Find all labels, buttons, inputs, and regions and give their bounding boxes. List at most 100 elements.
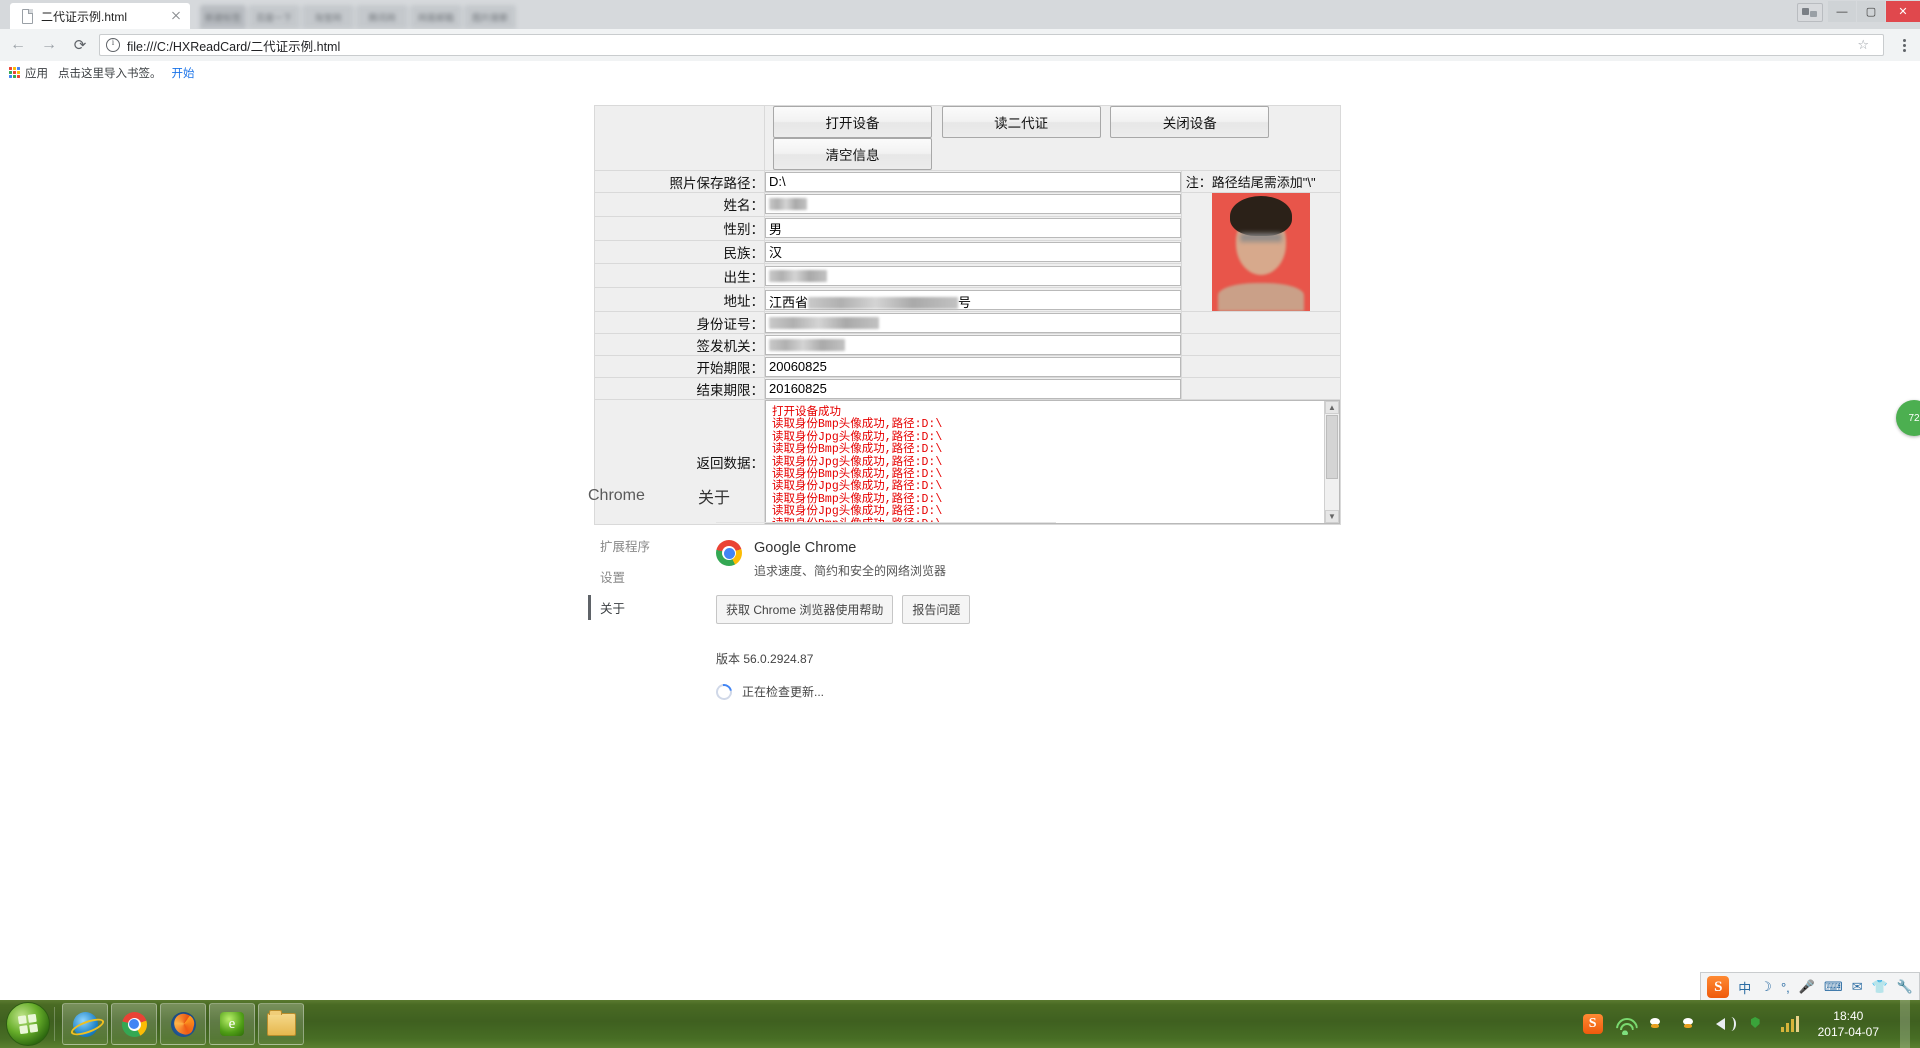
taskbar-item-explorer[interactable] [258, 1003, 304, 1045]
maximize-button[interactable]: ▢ [1857, 1, 1885, 22]
inactive-tabs-group[interactable]: 新建标签 百度一下 淘宝网 腾讯网 网易邮箱 图片搜索 [200, 0, 720, 29]
browser-tab-inactive[interactable]: 淘宝网 [302, 5, 354, 29]
chrome-help-button[interactable]: 获取 Chrome 浏览器使用帮助 [716, 595, 893, 624]
spacer-cell-from [1181, 356, 1340, 378]
close-icon[interactable] [168, 8, 184, 24]
about-page-title: 关于 [698, 484, 730, 508]
browser-tab-inactive[interactable]: 网易邮箱 [410, 5, 462, 29]
qq-icon[interactable] [1647, 1013, 1669, 1035]
loading-spinner-icon [713, 680, 735, 702]
about-header: Chrome 关于 [588, 484, 1058, 508]
browser-tab-inactive[interactable]: 图片搜索 [464, 5, 516, 29]
issuer-input[interactable] [765, 335, 1181, 355]
qq-icon[interactable] [1680, 1013, 1702, 1035]
redacted-name [769, 198, 807, 210]
taskbar-clock[interactable]: 18:40 2017-04-07 [1812, 1008, 1889, 1040]
ime-language-bar: S 中 ☽ °, 🎤 ⌨ ✉ 👕 🔧 [1700, 972, 1920, 1001]
browser-tab-inactive[interactable]: 腾讯网 [356, 5, 408, 29]
close-device-button[interactable]: 关闭设备 [1110, 106, 1269, 138]
address-input[interactable]: 江西省号 [765, 290, 1181, 310]
gender-input[interactable] [765, 218, 1181, 238]
log-line: 读取身份Bmp头像成功,路径:D:\ [772, 444, 1323, 456]
restore-group-icon[interactable] [1797, 3, 1823, 22]
field-value-valid-to [765, 378, 1182, 400]
bookmark-import-link[interactable]: 开始 [172, 65, 195, 81]
minimize-button[interactable]: — [1828, 1, 1856, 22]
birth-input[interactable] [765, 266, 1181, 286]
back-icon[interactable]: ← [5, 32, 31, 58]
photo-redaction [1240, 233, 1282, 242]
spacer-cell-issuer [1181, 334, 1340, 356]
start-button[interactable] [6, 1002, 50, 1046]
ime-skin-icon[interactable]: 👕 [1872, 979, 1888, 995]
log-scrollbar[interactable]: ▲ ▼ [1324, 401, 1339, 523]
info-icon[interactable] [106, 38, 120, 52]
floating-badge-button[interactable]: 72 [1896, 400, 1920, 436]
ime-punctuation-icon[interactable]: °, [1781, 980, 1790, 995]
field-label-name: 姓名： [595, 193, 765, 217]
apps-grid-icon[interactable] [9, 67, 20, 78]
sogou-ime-icon[interactable]: S [1707, 976, 1729, 998]
field-label-address: 地址： [595, 288, 765, 312]
reload-icon[interactable]: ⟳ [67, 32, 93, 58]
bookmark-apps-label[interactable]: 应用 [25, 65, 48, 81]
read-id-card-button[interactable]: 读二代证 [942, 106, 1101, 138]
photo-path-input[interactable] [765, 172, 1181, 192]
scrollbar-thumb[interactable] [1326, 415, 1338, 479]
scroll-up-icon[interactable]: ▲ [1325, 401, 1339, 414]
chrome-menu-icon[interactable] [1894, 39, 1914, 52]
wifi-icon[interactable] [1614, 1013, 1636, 1035]
ime-mailbox-icon[interactable]: ✉ [1852, 979, 1863, 995]
address-bar-url: file:///C:/HXReadCard/二代证示例.html [127, 36, 1857, 55]
security-icon[interactable] [1746, 1013, 1768, 1035]
signal-icon[interactable] [1779, 1015, 1801, 1033]
taskbar-item-firefox[interactable] [160, 1003, 206, 1045]
id-number-input[interactable] [765, 313, 1181, 333]
ime-moon-icon[interactable]: ☽ [1760, 979, 1772, 995]
card-reader-table: 打开设备 读二代证 关闭设备 清空信息 照片保存路径： 注：路径结尾需添加"\"… [594, 105, 1341, 525]
ethnicity-input[interactable] [765, 242, 1181, 262]
ime-keyboard-icon[interactable]: ⌨ [1824, 979, 1843, 995]
tray-sogou-icon[interactable]: S [1583, 1014, 1603, 1034]
ime-chinese-mode-icon[interactable]: 中 [1738, 978, 1751, 997]
volume-icon[interactable] [1713, 1013, 1735, 1035]
ime-toolbox-icon[interactable]: 🔧 [1897, 979, 1913, 995]
log-line: 读取身份Bmp头像成功,路径:D:\ [772, 419, 1323, 431]
bookmark-star-icon[interactable]: ☆ [1857, 37, 1869, 53]
product-text: Google Chrome 追求速度、简约和安全的网络浏览器 [754, 540, 946, 579]
field-row-id-number: 身份证号： [595, 312, 1341, 334]
valid-to-input[interactable] [765, 379, 1181, 399]
ime-microphone-icon[interactable]: 🎤 [1799, 979, 1815, 995]
taskbar-item-ie[interactable] [62, 1003, 108, 1045]
scroll-down-icon[interactable]: ▼ [1325, 510, 1339, 523]
window-close-button[interactable]: ✕ [1886, 1, 1920, 22]
address-bar[interactable]: file:///C:/HXReadCard/二代证示例.html ☆ [99, 34, 1884, 56]
field-row-issuer: 签发机关： [595, 334, 1341, 356]
product-description: 追求速度、简约和安全的网络浏览器 [754, 562, 946, 579]
redacted-address [808, 297, 958, 309]
browser-tab-active[interactable]: 二代证示例.html [10, 3, 190, 29]
clear-info-button[interactable]: 清空信息 [773, 138, 932, 170]
show-desktop-button[interactable] [1900, 1000, 1910, 1048]
taskbar-item-maxthon[interactable] [209, 1003, 255, 1045]
speaker-wave [1726, 1017, 1736, 1031]
windows-taskbar: S 18:40 2017-04-07 [0, 1000, 1920, 1048]
chrome-icon [122, 1012, 147, 1037]
name-input[interactable] [765, 194, 1181, 214]
sidebar-item-settings[interactable]: 设置 [588, 561, 698, 592]
forward-icon[interactable]: → [36, 32, 62, 58]
browser-tab-inactive[interactable]: 百度一下 [248, 5, 300, 29]
report-issue-button[interactable]: 报告问题 [902, 595, 970, 624]
field-value-gender [765, 216, 1182, 240]
browser-toolbar: ← → ⟳ file:///C:/HXReadCard/二代证示例.html ☆ [0, 29, 1920, 62]
system-tray: S 18:40 2017-04-07 [1583, 1000, 1920, 1048]
open-device-button[interactable]: 打开设备 [773, 106, 932, 138]
taskbar-item-chrome[interactable] [111, 1003, 157, 1045]
chrome-brand-label: Chrome [588, 484, 698, 505]
browser-tab-inactive[interactable]: 新建标签 [200, 5, 246, 29]
sidebar-item-about[interactable]: 关于 [588, 592, 698, 623]
field-value-ethnicity [765, 240, 1182, 264]
about-buttons: 获取 Chrome 浏览器使用帮助 报告问题 [716, 595, 1056, 624]
valid-from-input[interactable] [765, 357, 1181, 377]
sidebar-item-extensions[interactable]: 扩展程序 [588, 530, 698, 561]
